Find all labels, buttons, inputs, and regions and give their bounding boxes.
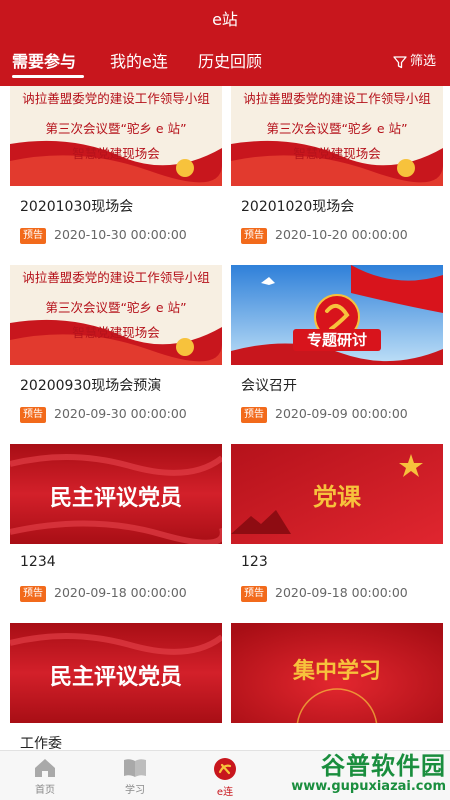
card-date: 2020-10-20 00:00:00 xyxy=(275,227,408,242)
watermark-title: 谷普软件园 xyxy=(321,752,446,780)
card-thumbnail: 讷拉善盟委党的建设工作领导小组 第三次会议暨“驼乡 e 站” 智慧党建现场会 xyxy=(10,86,222,186)
card-title: 20201020现场会 xyxy=(241,199,355,215)
activity-card[interactable]: 专题研讨 会议召开 预告 2020-09-09 00:00:00 xyxy=(231,265,443,435)
status-badge: 预告 xyxy=(20,586,46,602)
nav-study-label: 学习 xyxy=(125,785,145,796)
filter-button[interactable]: 筛选 xyxy=(393,52,436,72)
thumb-text-line3: 智慧党建现场会 xyxy=(293,146,381,161)
thumb-text-line1: 民主评议党员 xyxy=(50,485,182,511)
card-thumbnail: 讷拉善盟委党的建设工作领导小组 第三次会议暨“驼乡 e 站” 智慧党建现场会 xyxy=(10,265,222,365)
activity-card[interactable]: 讷拉善盟委党的建设工作领导小组 第三次会议暨“驼乡 e 站” 智慧党建现场会 2… xyxy=(231,86,443,256)
card-thumbnail: 集中学习 xyxy=(231,623,443,723)
thumb-text-line1: 讷拉善盟委党的建设工作领导小组 xyxy=(22,270,210,285)
status-badge: 预告 xyxy=(20,407,46,423)
activity-card[interactable]: 民主评议党员 工作委 xyxy=(10,623,222,750)
tab-history[interactable]: 历史回顾 xyxy=(198,50,262,74)
tab-bar: 需要参与 我的e连 历史回顾 筛选 xyxy=(0,40,450,86)
nav-home[interactable]: 首页 xyxy=(0,751,90,800)
card-thumbnail: 专题研讨 xyxy=(231,265,443,365)
card-thumbnail: 民主评议党员 xyxy=(10,623,222,723)
thumb-text-line1: 讷拉善盟委党的建设工作领导小组 xyxy=(243,91,431,106)
card-title: 工作委 xyxy=(20,736,62,750)
book-icon xyxy=(90,757,180,779)
activity-grid: 讷拉善盟委党的建设工作领导小组 第三次会议暨“驼乡 e 站” 智慧党建现场会 2… xyxy=(0,86,450,750)
card-title: 1234 xyxy=(20,554,56,570)
card-date: 2020-09-18 00:00:00 xyxy=(275,585,408,600)
active-tab-indicator xyxy=(12,75,84,78)
status-badge: 预告 xyxy=(20,228,46,244)
thumb-text-line1: 集中学习 xyxy=(292,658,381,684)
status-badge: 预告 xyxy=(241,407,267,423)
filter-icon xyxy=(393,55,407,69)
thumb-text-line3: 智慧党建现场会 xyxy=(72,146,160,161)
thumb-text-line2: 第三次会议暨“驼乡 e 站” xyxy=(45,300,186,315)
filter-label: 筛选 xyxy=(409,54,436,69)
nav-home-label: 首页 xyxy=(35,785,55,796)
card-date: 2020-09-18 00:00:00 xyxy=(54,585,187,600)
status-badge: 预告 xyxy=(241,228,267,244)
card-date: 2020-09-09 00:00:00 xyxy=(275,406,408,421)
card-title: 123 xyxy=(241,554,268,570)
card-thumbnail: 民主评议党员 xyxy=(10,444,222,544)
card-thumbnail: 讷拉善盟委党的建设工作领导小组 第三次会议暨“驼乡 e 站” 智慧党建现场会 xyxy=(231,86,443,186)
thumb-text-line1: 专题研讨 xyxy=(307,331,367,349)
watermark-url: www.gupuxiazai.com xyxy=(291,779,446,794)
thumb-text-line3: 智慧党建现场会 xyxy=(72,325,160,340)
card-thumbnail: 党课 xyxy=(231,444,443,544)
activity-card[interactable]: 讷拉善盟委党的建设工作领导小组 第三次会议暨“驼乡 e 站” 智慧党建现场会 2… xyxy=(10,86,222,256)
card-title: 20200930现场会预演 xyxy=(20,378,162,394)
thumb-text-line1: 民主评议党员 xyxy=(50,664,182,690)
nav-elian-label: e连 xyxy=(216,787,234,798)
thumb-text-line1: 讷拉善盟委党的建设工作领导小组 xyxy=(22,91,210,106)
activity-card[interactable]: 讷拉善盟委党的建设工作领导小组 第三次会议暨“驼乡 e 站” 智慧党建现场会 2… xyxy=(10,265,222,435)
card-title: 会议召开 xyxy=(241,378,297,394)
card-title: 20201030现场会 xyxy=(20,199,134,215)
page-title: e站 xyxy=(212,10,238,29)
nav-elian[interactable]: e连 xyxy=(180,751,270,800)
tab-my-elian[interactable]: 我的e连 xyxy=(110,50,168,74)
activity-card[interactable]: 民主评议党员 1234 预告 2020-09-18 00:00:00 xyxy=(10,444,222,614)
thumb-text-line1: 党课 xyxy=(313,482,362,511)
activity-card[interactable]: 集中学习 xyxy=(231,623,443,750)
nav-study[interactable]: 学习 xyxy=(90,751,180,800)
thumb-text-line2: 第三次会议暨“驼乡 e 站” xyxy=(45,121,186,136)
status-badge: 预告 xyxy=(241,586,267,602)
tab-need-participate[interactable]: 需要参与 xyxy=(12,50,76,74)
card-date: 2020-09-30 00:00:00 xyxy=(54,406,187,421)
app-header: e站 需要参与 我的e连 历史回顾 筛选 xyxy=(0,0,450,86)
home-icon xyxy=(0,757,90,779)
thumb-text-line2: 第三次会议暨“驼乡 e 站” xyxy=(266,121,407,136)
activity-card[interactable]: 党课 123 预告 2020-09-18 00:00:00 xyxy=(231,444,443,614)
party-emblem-icon xyxy=(180,757,270,781)
card-date: 2020-10-30 00:00:00 xyxy=(54,227,187,242)
watermark: 谷普软件园 www.gupuxiazai.com xyxy=(291,752,446,794)
